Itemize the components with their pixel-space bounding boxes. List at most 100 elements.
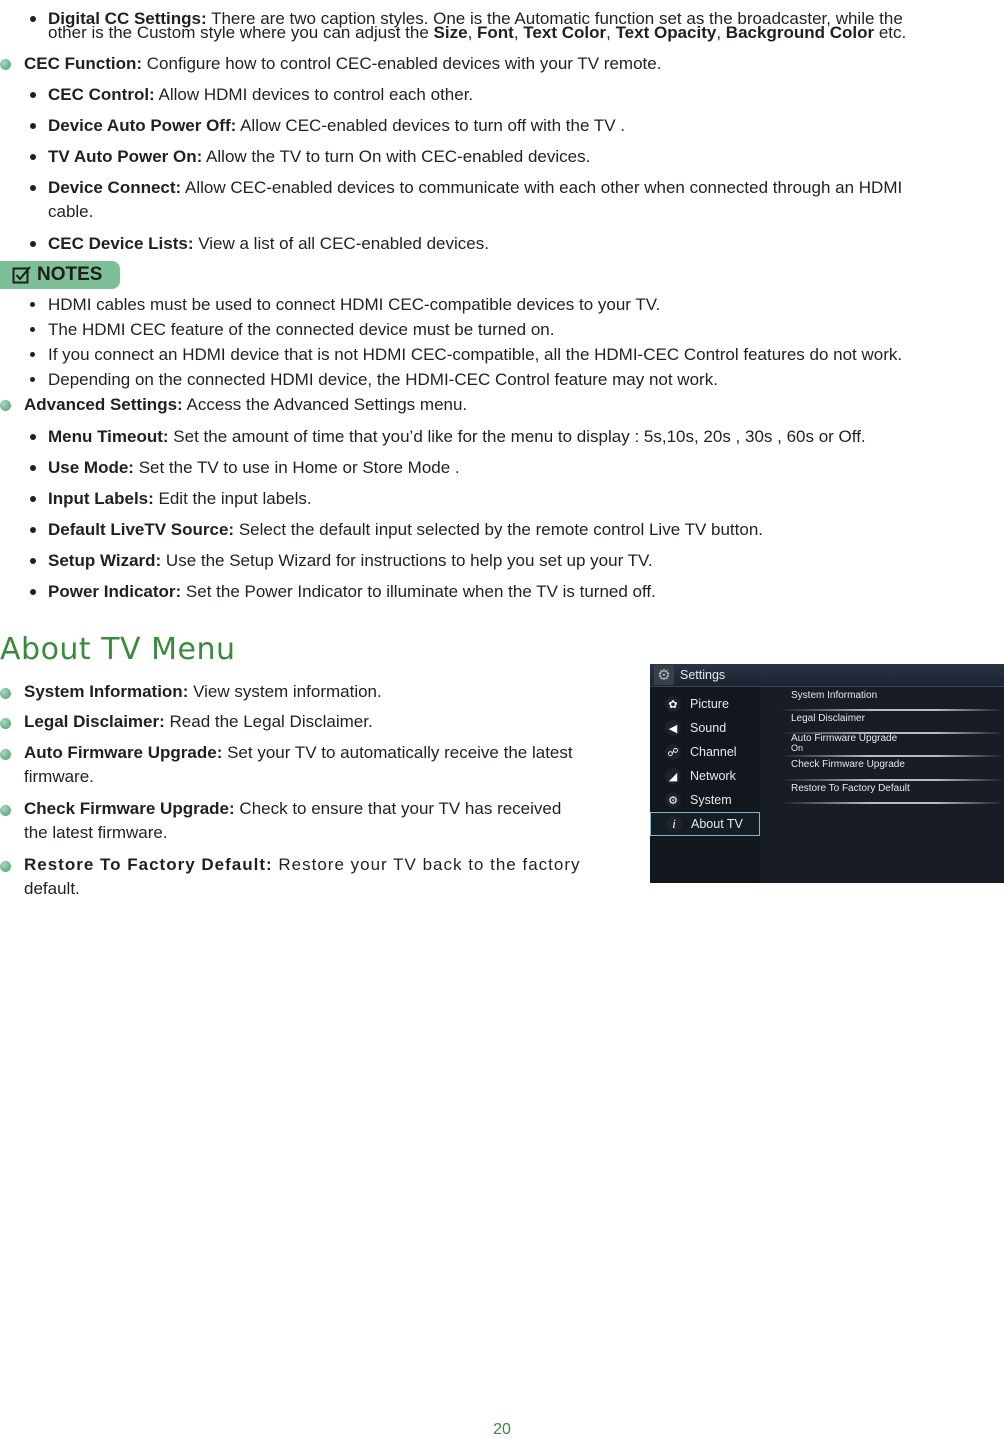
about-item: Legal Disclaimer: Read the Legal Disclai… [24, 710, 373, 734]
tv-header: ⚙ Settings [650, 664, 1004, 687]
bullet-dot [30, 154, 36, 160]
bullet-dot [30, 352, 35, 357]
advanced-item-text: Use the Setup Wizard for instructions to… [161, 551, 653, 570]
bullet-dot [30, 302, 35, 307]
term-text-opacity: Text Opacity [615, 23, 717, 42]
advanced-settings-label: Advanced Settings: [24, 395, 183, 414]
about-item: System Information: View system informat… [24, 680, 382, 704]
comma: , [467, 23, 478, 42]
tv-menu-item-system[interactable]: ⚙ System [650, 788, 760, 812]
advanced-item-text: Set the Power Indicator to illuminate wh… [181, 582, 656, 601]
advanced-item-text: Select the default input selected by the… [234, 520, 764, 539]
info-icon: i [666, 816, 682, 832]
tv-option-label: Check Firmware Upgrade [791, 759, 905, 770]
cec-item-label: CEC Device Lists: [48, 234, 194, 253]
bullet-dot [30, 241, 36, 247]
cec-item: Device Connect: Allow CEC-enabled device… [48, 176, 902, 200]
advanced-item-label: Use Mode: [48, 458, 134, 477]
divider [780, 755, 1004, 757]
about-item-continuation: firmware. [24, 767, 94, 786]
term-font: Font [477, 23, 514, 42]
tv-menu-item-picture[interactable]: ✿ Picture [650, 692, 760, 716]
cec-item-text: Allow the TV to turn On with CEC-enabled… [202, 147, 591, 166]
cec-item-text: Allow CEC-enabled devices to communicate… [181, 178, 903, 197]
advanced-item-text: Set the amount of time that you’d like f… [168, 427, 866, 446]
about-item-label: Check Firmware Upgrade: [24, 799, 235, 818]
cec-function-text: Configure how to control CEC-enabled dev… [142, 54, 662, 73]
cec-item: TV Auto Power On: Allow the TV to turn O… [48, 145, 590, 169]
about-item-label: Restore To Factory Default: [24, 855, 273, 874]
satellite-dish-icon: ☍ [665, 744, 681, 760]
tv-menu-label: About TV [691, 817, 743, 831]
advanced-item: Input Labels: Edit the input labels. [48, 487, 312, 511]
about-item-text: Set your TV to automatically receive the… [222, 743, 573, 762]
tv-menu-label: Sound [690, 721, 727, 735]
advanced-item-label: Input Labels: [48, 489, 154, 508]
section-title-about-tv: About TV Menu [0, 632, 236, 667]
tv-menu-item-channel[interactable]: ☍ Channel [650, 740, 760, 764]
advanced-settings: Advanced Settings: Access the Advanced S… [24, 393, 467, 417]
tv-menu-item-network[interactable]: ◢ Network [650, 764, 760, 788]
settings-gear-icon: ⚙ [654, 665, 674, 685]
advanced-item: Default LiveTV Source: Select the defaul… [48, 518, 763, 542]
note-item: If you connect an HDMI device that is no… [48, 345, 903, 364]
cec-item-label: Device Connect: [48, 178, 182, 197]
cec-function-label: CEC Function: [24, 54, 143, 73]
about-item-label: Auto Firmware Upgrade: [24, 743, 223, 762]
bullet-dot [30, 377, 35, 382]
tv-menu-label: Picture [690, 697, 729, 711]
cec-item-text: Allow CEC-enabled devices to turn off wi… [236, 116, 625, 135]
bullet-dot [30, 16, 36, 22]
divider [780, 779, 1004, 781]
advanced-item-label: Power Indicator: [48, 582, 182, 601]
advanced-item: Use Mode: Set the TV to use in Home or S… [48, 456, 460, 480]
comma: , [716, 23, 726, 42]
about-item: Auto Firmware Upgrade: Set your TV to au… [24, 741, 573, 765]
cec-item: CEC Device Lists: View a list of all CEC… [48, 232, 489, 256]
bullet-dot [30, 92, 36, 98]
green-bullet-icon [0, 400, 11, 411]
cec-item-text: View a list of all CEC-enabled devices. [193, 234, 489, 253]
tv-menu-item-sound[interactable]: ◀ Sound [650, 716, 760, 740]
cec-item: Device Auto Power Off: Allow CEC-enabled… [48, 114, 625, 138]
notes-label: NOTES [37, 264, 103, 285]
green-bullet-icon [0, 861, 11, 872]
cec-item-text: Allow HDMI devices to control each other… [154, 85, 474, 104]
about-item-text: Restore your TV back to the factory [272, 855, 581, 874]
picture-icon: ✿ [665, 696, 681, 712]
gear-icon: ⚙ [665, 792, 681, 808]
advanced-item: Power Indicator: Set the Power Indicator… [48, 580, 656, 604]
bullet-dot [30, 465, 36, 471]
note-item: Depending on the connected HDMI device, … [48, 370, 718, 389]
about-item-continuation: the latest firmware. [24, 823, 168, 842]
advanced-item: Menu Timeout: Set the amount of time tha… [48, 425, 866, 449]
notes-badge: NOTES [0, 261, 120, 289]
green-bullet-icon [0, 805, 11, 816]
bullet-dot [30, 558, 36, 564]
checkbox-edit-icon [12, 266, 31, 284]
term-size: Size [433, 23, 468, 42]
tv-menu-label: System [690, 793, 732, 807]
about-item-text: View system information. [188, 682, 382, 701]
comma: , [606, 23, 616, 42]
cec-item-continuation: cable. [48, 202, 94, 221]
cec-item: CEC Control: Allow HDMI devices to contr… [48, 83, 473, 107]
about-item-label: System Information: [24, 682, 189, 701]
tv-option-label: Legal Disclaimer [791, 713, 865, 724]
tv-settings-screenshot: ⚙ Settings ✿ Picture ◀ Sound ☍ Channel ◢… [650, 664, 1004, 883]
bullet-dot [30, 496, 36, 502]
tv-option-label: Restore To Factory Default [791, 783, 910, 794]
network-icon: ◢ [665, 768, 681, 784]
tv-option-value: On [791, 743, 804, 753]
etc-text: etc. [874, 23, 907, 42]
tv-option-label: Auto Firmware Upgrade [791, 733, 898, 744]
green-bullet-icon [0, 688, 11, 699]
tv-menu-item-about-tv[interactable]: i About TV [650, 812, 760, 836]
about-item-text: Check to ensure that your TV has receive… [234, 799, 562, 818]
green-bullet-icon [0, 749, 11, 760]
advanced-item-text: Set the TV to use in Home or Store Mode … [133, 458, 460, 477]
tv-header-title: Settings [680, 668, 726, 682]
about-item-text: Read the Legal Disclaimer. [164, 712, 373, 731]
bullet-dot [30, 434, 36, 440]
cec-function: CEC Function: Configure how to control C… [24, 52, 661, 76]
